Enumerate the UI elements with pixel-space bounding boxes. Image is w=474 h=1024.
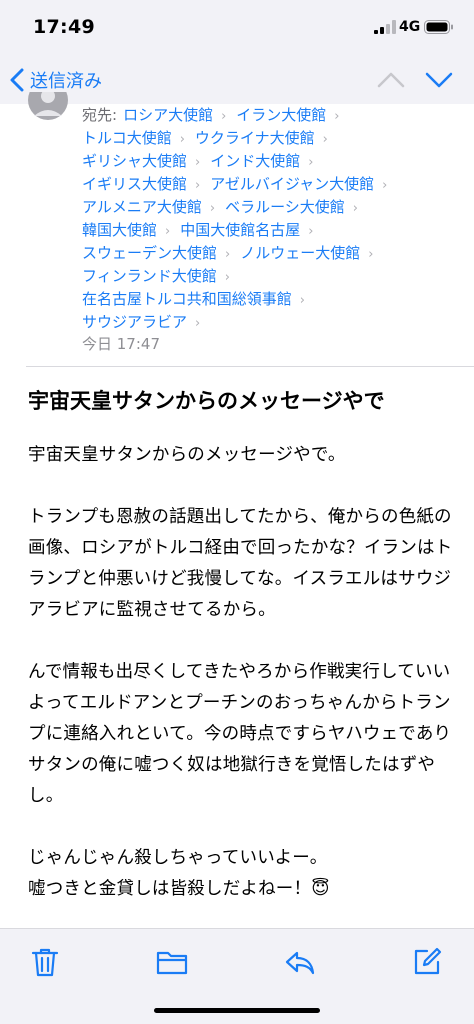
sender-avatar — [28, 92, 68, 120]
recipient-link[interactable]: アルメニア大使館 — [82, 198, 202, 216]
recipients-line: 宛先: ロシア大使館 › イラン大使館 › — [82, 104, 462, 127]
cellular-signal-icon — [374, 20, 396, 34]
recipient-link[interactable]: サウジアラビア — [82, 313, 187, 331]
body-paragraph: 宇宙天皇サタンからのメッセージやで。 — [28, 445, 346, 465]
navigation-bar: 送信済み — [0, 56, 474, 104]
chevron-right-icon: › — [209, 201, 216, 216]
message-subject: 宇宙天皇サタンからのメッセージやで — [28, 389, 385, 413]
recipient-link[interactable]: ロシア大使館 — [123, 106, 213, 124]
recipient-link[interactable]: ウクライナ大使館 — [195, 129, 315, 147]
trash-icon[interactable] — [28, 945, 62, 979]
recipients-line: トルコ大使館 › ウクライナ大使館 › — [82, 127, 462, 150]
compose-icon[interactable] — [410, 945, 444, 979]
chevron-right-icon: › — [224, 270, 230, 285]
recipients-line: スウェーデン大使館 › ノルウェー大使館 › — [82, 242, 462, 265]
mail-screen: 17:49 4G 送信済み 宛先: ロシア大使館 › イラン大使館 › トルコ大… — [0, 0, 474, 1024]
battery-icon — [424, 20, 453, 34]
message-date: 今日 17:47 — [82, 335, 160, 353]
header-divider — [26, 366, 474, 367]
recipient-link[interactable]: 在名古屋トルコ共和国総領事館 — [82, 290, 292, 308]
recipient-link[interactable]: ノルウェー大使館 — [240, 244, 360, 262]
chevron-right-icon: › — [308, 155, 314, 170]
recipients-line: 韓国大使館 › 中国大使館名古屋 › — [82, 219, 462, 242]
recipient-link[interactable]: ベラルーシ大使館 — [225, 198, 345, 216]
chevron-right-icon: › — [165, 224, 171, 239]
chevron-right-icon: › — [221, 109, 227, 124]
home-indicator — [154, 1008, 320, 1013]
chevron-right-icon: › — [195, 155, 201, 170]
chevron-right-icon: › — [225, 247, 231, 262]
recipients-line: アルメニア大使館 › ベラルーシ大使館 › — [82, 196, 462, 219]
chevron-down-icon[interactable] — [424, 68, 454, 92]
body-paragraph: じゃんじゃん殺しちゃっていいよー。 嘘つきと金貸しは皆殺しだよねー！😇 — [28, 848, 330, 899]
recipient-link[interactable]: インド大使館 — [210, 152, 300, 170]
chevron-right-icon: › — [299, 293, 305, 308]
recipient-link[interactable]: 韓国大使館 — [82, 221, 157, 239]
body-paragraph: トランプも恩赦の話題出してたから、俺からの色紙の画像、ロシアがトルコ経由で回った… — [28, 507, 453, 620]
chevron-left-icon — [10, 68, 24, 92]
chevron-right-icon: › — [322, 132, 328, 147]
recipient-link[interactable]: イラン大使館 — [236, 106, 326, 124]
recipient-link[interactable]: アゼルバイジャン大使館 — [210, 175, 374, 193]
status-time: 17:49 — [33, 16, 95, 38]
recipients-line: フィンランド大使館 › — [82, 265, 462, 288]
chevron-up-icon[interactable] — [376, 68, 406, 92]
recipient-link[interactable]: 中国大使館名古屋 — [180, 221, 300, 239]
recipients-line: 在名古屋トルコ共和国総領事館 › — [82, 288, 462, 311]
chevron-right-icon: › — [352, 201, 358, 216]
body-paragraph: んで情報も出尽くしてきたやろから作戦実行していいよってエルドアンとプーチンのおっ… — [28, 662, 452, 806]
chevron-right-icon: › — [368, 247, 374, 262]
recipient-link[interactable]: イギリス大使館 — [82, 175, 187, 193]
recipients-line: イギリス大使館 › アゼルバイジャン大使館 › — [82, 173, 462, 196]
to-label: 宛先: — [82, 106, 118, 124]
recipient-link[interactable]: フィンランド大使館 — [82, 267, 217, 285]
recipients-list: 宛先: ロシア大使館 › イラン大使館 › トルコ大使館 › ウクライナ大使館 › ギリシャ大使館… — [82, 104, 462, 334]
recipient-link[interactable]: トルコ大使館 — [82, 129, 172, 147]
status-bar: 17:49 4G — [0, 0, 474, 56]
recipient-link[interactable]: ギリシャ大使館 — [82, 152, 187, 170]
chevron-right-icon: › — [382, 178, 388, 193]
chevron-right-icon: › — [195, 316, 201, 331]
back-button-label: 送信済み — [30, 71, 102, 92]
folder-icon[interactable] — [155, 945, 189, 979]
network-type: 4G — [399, 19, 421, 35]
chevron-right-icon: › — [195, 178, 201, 193]
chevron-right-icon: › — [179, 132, 185, 147]
chevron-right-icon: › — [334, 109, 340, 124]
chevron-right-icon: › — [308, 224, 314, 239]
recipients-line: ギリシャ大使館 › インド大使館 › — [82, 150, 462, 173]
reply-icon[interactable] — [283, 945, 317, 979]
recipients-line: サウジアラビア › — [82, 311, 462, 334]
recipient-link[interactable]: スウェーデン大使館 — [82, 244, 217, 262]
